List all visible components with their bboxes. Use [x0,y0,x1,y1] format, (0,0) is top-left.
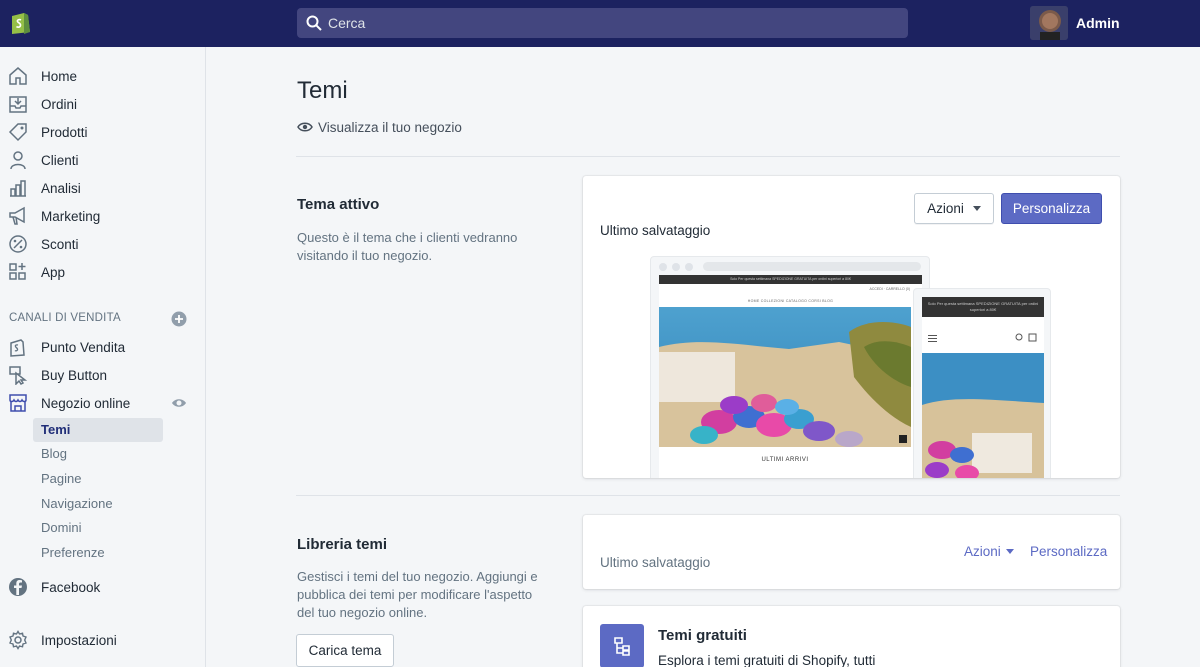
sidebar-item-label: Analisi [41,180,81,196]
preview-hero-image [659,307,911,447]
free-themes-description: Esplora i temi gratuiti di Shopify, tutt… [658,653,876,667]
home-icon [9,67,27,85]
view-store-label: Visualizza il tuo negozio [318,119,462,135]
sidebar-subitem-preferences[interactable]: Preferenze [33,541,163,565]
user-menu[interactable]: Admin [1030,6,1120,40]
sidebar: Home Ordini Prodotti Clienti Analisi Mar… [0,47,206,667]
sidebar-item-label: Clienti [41,152,79,168]
customize-button[interactable]: Personalizza [1001,193,1102,224]
sales-channels-title: CANALI DI VENDITA [9,312,121,324]
preview-account-links: ACCEDI · CARRELLO (0) [869,287,910,291]
gear-icon [9,630,27,650]
avatar [1030,6,1068,40]
preview-page: Solo Per questa settimana SPEDIZIONE GRA… [659,275,922,478]
last-saved-text: Ultimo salvataggio [600,555,711,570]
mobile-hero-image [922,333,1044,478]
sidebar-subitem-navigation[interactable]: Navigazione [33,492,163,516]
search-bar[interactable] [297,8,908,38]
actions-dropdown[interactable]: Azioni [914,193,994,224]
analytics-icon [10,180,26,197]
free-themes-title: Temi gratuiti [658,627,747,644]
customer-icon [10,151,26,170]
buy-button-icon [9,366,28,385]
last-saved-text: Ultimo salvataggio [600,223,711,238]
eye-icon [297,122,313,132]
sidebar-item-settings[interactable]: Impostazioni [0,627,205,653]
sidebar-item-label: Impostazioni [41,632,117,648]
url-bar [703,262,921,271]
caret-down-icon [1005,549,1014,554]
theme-library-heading: Libreria temi [297,536,388,553]
sidebar-subitem-domains[interactable]: Domini [33,516,163,540]
customize-link[interactable]: Personalizza [1030,544,1107,559]
actions-label: Azioni [927,201,964,216]
desktop-preview[interactable]: Solo Per questa settimana SPEDIZIONE GRA… [650,256,930,478]
sidebar-item-buy-button[interactable]: Buy Button [0,362,205,388]
store-icon [9,394,27,412]
active-theme-heading: Tema attivo [297,196,380,213]
sidebar-item-pos[interactable]: Punto Vendita [0,334,205,360]
sidebar-item-label: Punto Vendita [41,339,126,355]
sidebar-item-label: Buy Button [41,367,108,383]
sidebar-item-label: App [41,264,66,280]
sidebar-item-discounts[interactable]: Sconti [0,231,205,257]
preview-announcement: Solo Per questa settimana SPEDIZIONE GRA… [659,275,922,284]
sidebar-item-customers[interactable]: Clienti [0,147,205,173]
sidebar-item-label: Sconti [41,236,79,252]
mobile-preview[interactable]: Solo Per questa settimana SPEDIZIONE GRA… [913,288,1051,478]
sidebar-item-label: Ordini [41,96,78,112]
megaphone-icon [9,206,25,225]
divider [296,495,1120,496]
apps-icon [9,263,26,280]
add-channel-icon[interactable] [171,311,187,327]
divider [296,156,1120,157]
upload-theme-button[interactable]: Carica tema [296,634,394,667]
page-title: Temi [297,77,348,104]
sidebar-item-marketing[interactable]: Marketing [0,203,205,229]
sidebar-item-online-store[interactable]: Negozio online [0,390,205,416]
top-bar: Admin [0,0,1200,47]
view-store-link[interactable]: Visualizza il tuo negozio [297,119,462,135]
facebook-icon [9,578,27,596]
tag-icon [8,123,27,142]
eye-icon[interactable] [171,395,187,411]
actions-label: Azioni [964,544,1001,559]
active-theme-description: Questo è il tema che i clienti vedranno … [297,230,518,263]
pos-icon [10,339,25,357]
discount-icon [9,235,27,253]
preview-section-label: ULTIMI ARRIVI [761,457,809,463]
orders-icon [9,96,27,113]
sidebar-item-label: Prodotti [41,124,88,140]
user-name: Admin [1076,15,1120,31]
sidebar-item-label: Negozio online [41,395,131,411]
mobile-preview-page: Solo Per questa settimana SPEDIZIONE GRA… [922,297,1044,478]
preview-menu: HOME COLLEZIONI CATALOGO CORSI BLOG [747,299,834,303]
free-themes-card[interactable]: Temi gratuiti Esplora i temi gratuiti di… [583,606,1120,667]
sidebar-item-products[interactable]: Prodotti [0,119,205,145]
sidebar-item-facebook[interactable]: Facebook [0,574,205,600]
search-input[interactable] [328,8,898,38]
sidebar-item-label: Home [41,68,78,84]
search-icon [306,15,322,31]
active-theme-card: Azioni Personalizza Ultimo salvataggio S… [583,176,1120,478]
sidebar-subitem-themes[interactable]: Temi [33,418,163,442]
mobile-announcement: Solo Per questa settimana SPEDIZIONE GRA… [922,297,1044,317]
theme-library-description: Gestisci i temi del tuo negozio. Aggiung… [297,569,538,620]
theme-store-icon [600,624,644,667]
theme-library-card: Ultimo salvataggio Azioni Personalizza [583,515,1120,589]
sidebar-subitem-blog[interactable]: Blog [33,442,163,466]
sidebar-item-label: Marketing [41,208,101,224]
caret-down-icon [972,206,981,211]
sidebar-item-label: Facebook [41,579,101,595]
shopify-logo-icon[interactable] [9,10,31,34]
sidebar-item-orders[interactable]: Ordini [0,91,205,117]
sidebar-item-home[interactable]: Home [0,63,205,89]
sidebar-item-apps[interactable]: App [0,259,205,285]
sidebar-subitem-pages[interactable]: Pagine [33,467,163,491]
sidebar-item-analytics[interactable]: Analisi [0,175,205,201]
actions-link[interactable]: Azioni [964,544,1014,559]
